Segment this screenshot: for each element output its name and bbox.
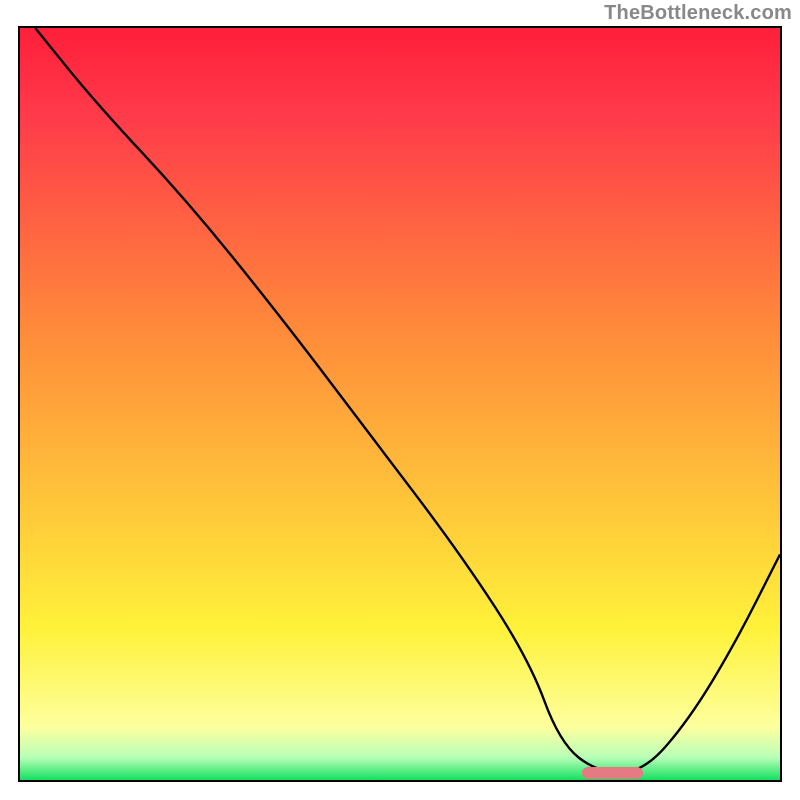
optimum-marker bbox=[582, 767, 643, 779]
chart-container: TheBottleneck.com bbox=[0, 0, 800, 800]
plot-area bbox=[18, 26, 782, 782]
chart-svg bbox=[20, 28, 780, 780]
watermark-text: TheBottleneck.com bbox=[604, 2, 792, 25]
bottleneck-curve bbox=[35, 28, 780, 773]
